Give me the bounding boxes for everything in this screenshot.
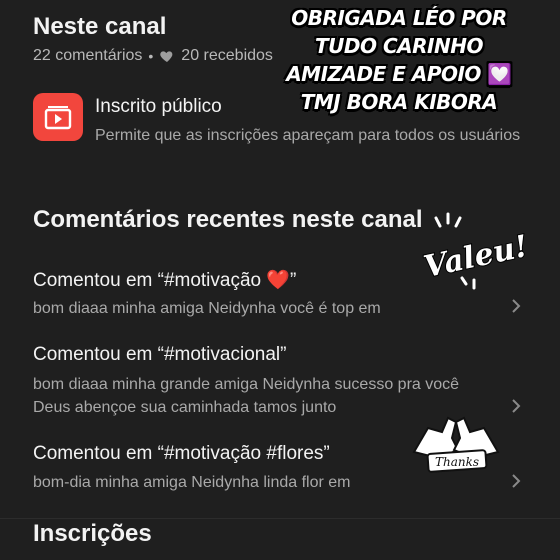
heart-decoration-icon: 💟 [487, 62, 512, 86]
comment-text: bom diaaa minha amiga Neidynha você é to… [33, 300, 381, 317]
subscriptions-heading: Inscrições [33, 520, 152, 547]
divider [0, 518, 560, 519]
comment-title: Comentou em “#motivacional” [33, 344, 287, 365]
received-count: 20 recebidos [181, 47, 273, 64]
thanks-text: Thanks [435, 455, 479, 469]
channel-meta: 22 comentários • 20 recebidos [33, 47, 273, 65]
valeu-text: Valeu! [421, 229, 526, 285]
chevron-right-icon [510, 397, 522, 415]
subscriptions-icon [33, 93, 83, 141]
overlay-caption: OBRIGADA LÉO POR TUDO CARINHO AMIZADE E … [274, 4, 524, 116]
meta-separator: • [148, 48, 154, 64]
comment-title: Comentou em “#motivação #flores” [33, 443, 330, 464]
chevron-right-icon [510, 297, 522, 315]
overlay-caption-text: OBRIGADA LÉO POR TUDO CARINHO AMIZADE E … [286, 6, 507, 86]
overlay-caption-text-2: TMJ BORA KIBORA [300, 90, 498, 114]
channel-title: Neste canal [33, 13, 167, 40]
valeu-sticker: Valeu! [418, 212, 532, 290]
recent-comments-heading: Comentários recentes neste canal [33, 206, 423, 233]
public-subscription-title[interactable]: Inscrito público [95, 96, 222, 118]
comment-text: bom-dia minha amiga Neidynha linda flor … [33, 474, 351, 491]
comments-count: 22 comentários [33, 47, 143, 64]
heart-icon [160, 51, 173, 62]
thanks-sticker: Thanks [408, 408, 504, 474]
public-subscription-description: Permite que as inscrições apareçam para … [95, 127, 521, 144]
chevron-right-icon [510, 472, 522, 490]
comment-title: Comentou em “#motivação ❤️” [33, 270, 297, 291]
